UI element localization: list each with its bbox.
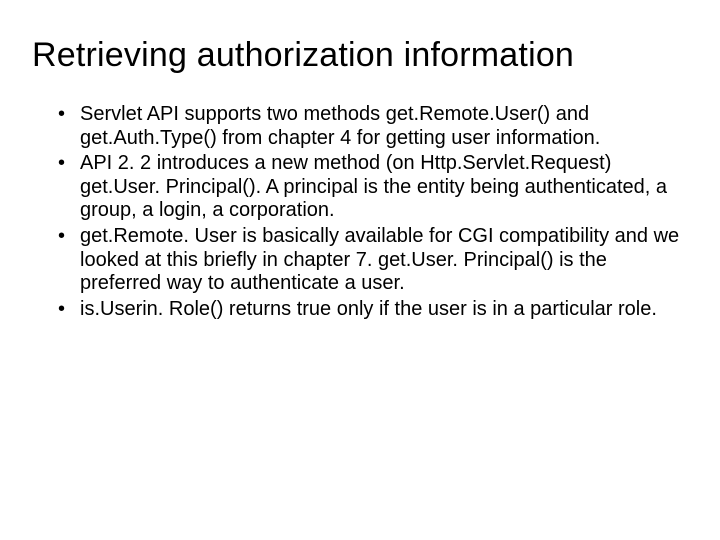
bullet-list: Servlet API supports two methods get.Rem… [58, 103, 688, 321]
list-item: get.Remote. User is basically available … [58, 225, 688, 296]
list-item: Servlet API supports two methods get.Rem… [58, 103, 688, 150]
slide-title: Retrieving authorization information [32, 36, 688, 75]
list-item: API 2. 2 introduces a new method (on Htt… [58, 152, 688, 223]
list-item: is.Userin. Role() returns true only if t… [58, 298, 688, 322]
slide: Retrieving authorization information Ser… [0, 0, 720, 540]
